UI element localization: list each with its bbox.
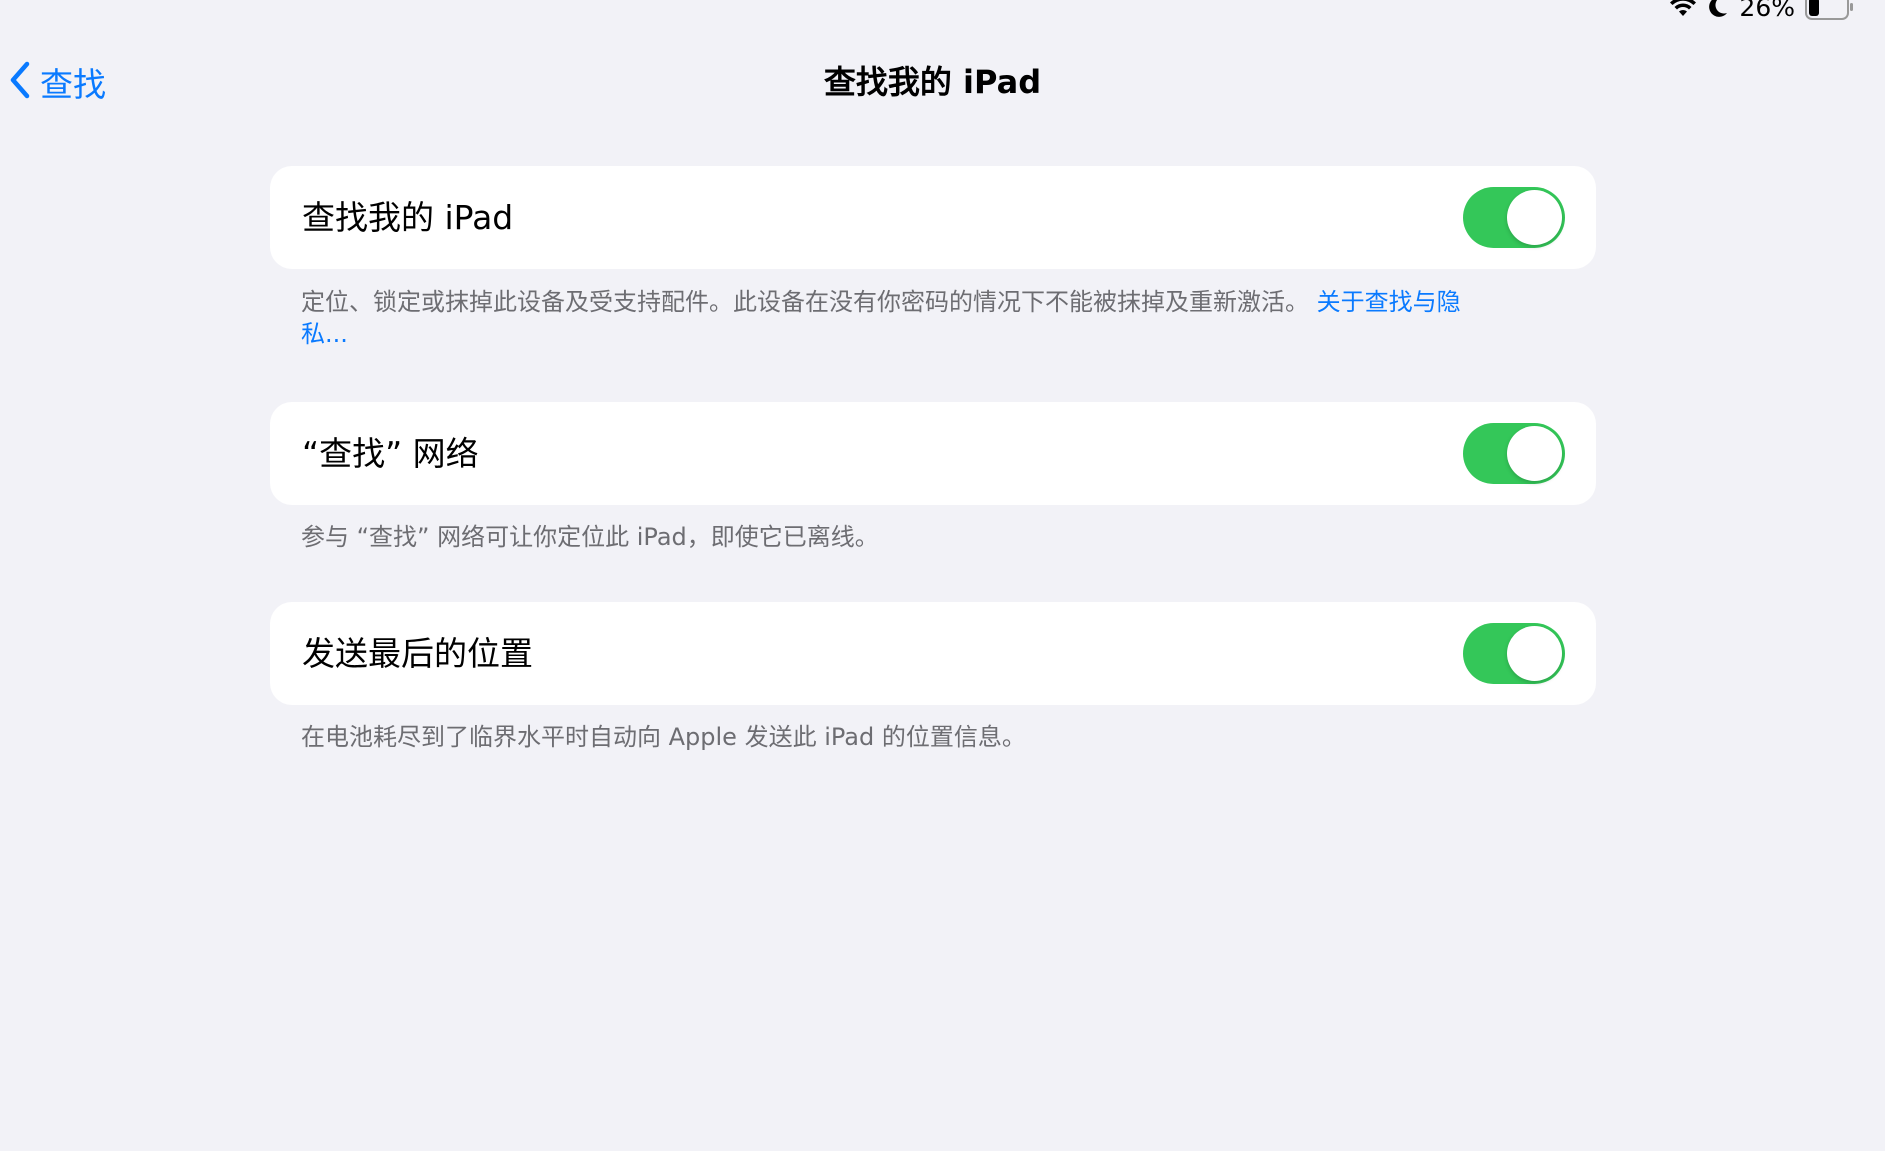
find-my-network-footer-text: 参与 “查找” 网络可让你定位此 iPad，即使它已离线。 [301, 523, 879, 551]
find-my-ipad-cell: 查找我的 iPad [270, 166, 1596, 269]
battery-percent: 26% [1739, 0, 1795, 22]
send-last-location-footer: 在电池耗尽到了临界水平时自动向 Apple 发送此 iPad 的位置信息。 [301, 721, 1461, 753]
find-my-network-footer: 参与 “查找” 网络可让你定位此 iPad，即使它已离线。 [301, 521, 1461, 553]
nav-bar: 查找 查找我的 iPad [0, 54, 1885, 110]
toggle-knob [1507, 426, 1562, 481]
page-title: 查找我的 iPad [823, 63, 1042, 101]
find-my-network-toggle[interactable] [1463, 423, 1565, 484]
find-my-ipad-footer-text: 定位、锁定或抹掉此设备及受支持配件。此设备在没有你密码的情况下不能被抹掉及重新激… [301, 288, 1309, 316]
find-my-network-cell: “查找” 网络 [270, 402, 1596, 505]
toggle-knob [1507, 626, 1562, 681]
send-last-location-label: 发送最后的位置 [302, 634, 533, 673]
find-my-ipad-toggle[interactable] [1463, 187, 1565, 248]
find-my-network-label: “查找” 网络 [302, 434, 479, 473]
find-my-ipad-label: 查找我的 iPad [302, 198, 514, 237]
send-last-location-cell: 发送最后的位置 [270, 602, 1596, 705]
status-bar: 26% [1669, 0, 1855, 24]
wifi-icon [1669, 0, 1697, 18]
send-last-location-footer-text: 在电池耗尽到了临界水平时自动向 Apple 发送此 iPad 的位置信息。 [301, 723, 1026, 751]
battery-icon [1805, 0, 1855, 20]
find-my-ipad-footer: 定位、锁定或抹掉此设备及受支持配件。此设备在没有你密码的情况下不能被抹掉及重新激… [301, 286, 1461, 350]
moon-icon [1707, 0, 1729, 19]
toggle-knob [1507, 190, 1562, 245]
send-last-location-toggle[interactable] [1463, 623, 1565, 684]
